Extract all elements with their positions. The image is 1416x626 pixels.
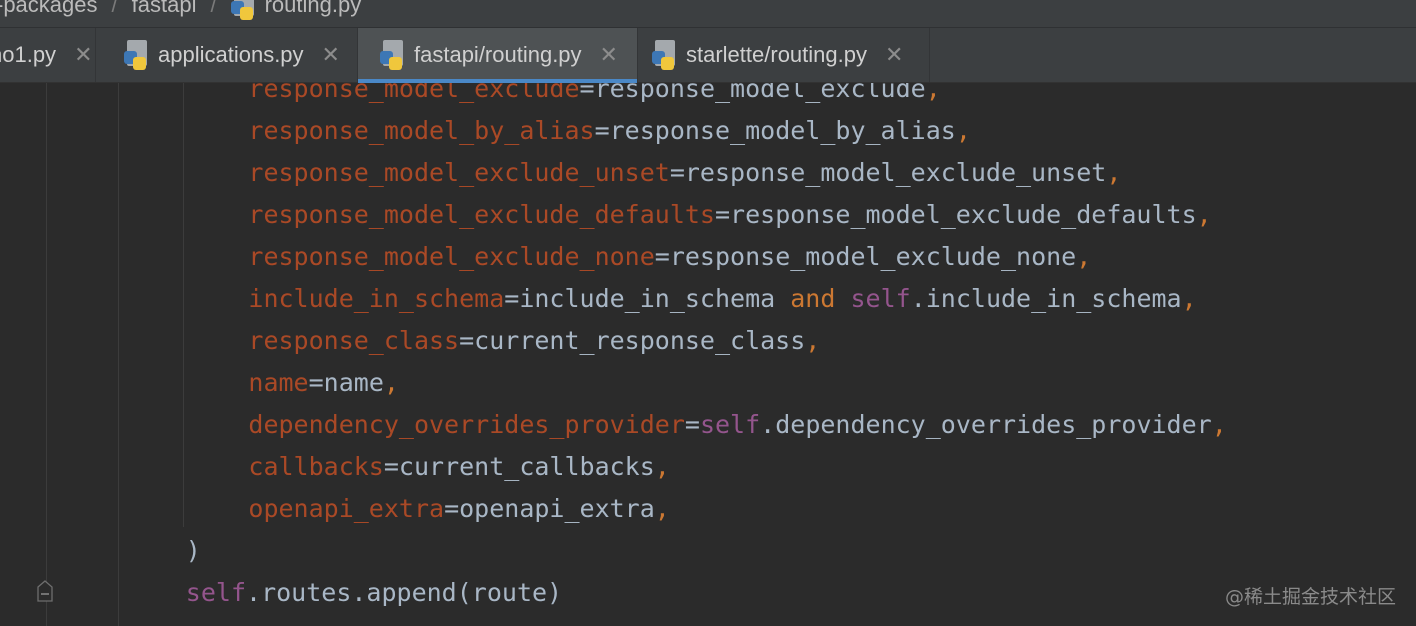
code-token: .routes.append(route): [246, 578, 563, 607]
code-line[interactable]: response_model_exclude_none=response_mod…: [248, 236, 1091, 278]
code-token: =current_response_class: [459, 326, 806, 355]
code-token: name: [248, 368, 309, 397]
code-token: ,: [1076, 242, 1092, 271]
code-line[interactable]: response_class=current_response_class,: [248, 320, 820, 362]
tab-starlette-routing-py[interactable]: starlette/routing.py ✕: [638, 28, 930, 82]
code-token: =openapi_extra: [444, 494, 655, 523]
code-line[interactable]: response_model_exclude_unset=response_mo…: [248, 152, 1121, 194]
close-icon[interactable]: ✕: [74, 43, 92, 68]
code-token: =response_model_by_alias: [594, 116, 956, 145]
code-token: =response_model_exclude_none: [654, 242, 1077, 271]
tab-label: fastapi/routing.py: [414, 42, 582, 67]
code-token: and: [790, 284, 836, 313]
fold-collapse-icon[interactable]: [37, 580, 53, 602]
code-line[interactable]: include_in_schema=include_in_schema and …: [248, 278, 1196, 320]
code-editor[interactable]: response_model_exclude=response_model_ex…: [0, 83, 1416, 626]
code-line[interactable]: callbacks=current_callbacks,: [248, 446, 669, 488]
code-token: response_class: [248, 326, 460, 355]
code-token: include_in_schema: [248, 284, 505, 313]
code-token: self: [850, 284, 911, 313]
close-icon[interactable]: ✕: [885, 43, 903, 68]
python-file-icon: [652, 40, 678, 70]
code-token: .include_in_schema: [910, 284, 1182, 313]
code-token: self: [185, 578, 247, 607]
code-line[interactable]: name=name,: [248, 362, 399, 404]
code-token: callbacks: [248, 452, 384, 481]
close-icon[interactable]: ✕: [322, 43, 340, 68]
code-token: ,: [925, 83, 941, 103]
ide-window: -packages / fastapi / routing.py no1.py …: [0, 0, 1416, 626]
code-token: response_model_exclude_defaults: [248, 200, 715, 229]
tab-fastapi-routing-py[interactable]: fastapi/routing.py ✕: [358, 28, 638, 83]
code-token: ,: [1106, 158, 1122, 187]
code-token: =: [684, 410, 700, 439]
code-line[interactable]: ): [186, 530, 201, 572]
code-line[interactable]: dependency_overrides_provider=self.depen…: [248, 404, 1226, 446]
tab-label: applications.py: [158, 42, 304, 67]
code-token: response_model_exclude_none: [248, 242, 655, 271]
code-token: ): [185, 536, 201, 565]
code-line[interactable]: self.routes.append(route): [186, 572, 562, 614]
code-token: =current_callbacks: [383, 452, 655, 481]
tab-label: starlette/routing.py: [686, 42, 867, 67]
code-token: response_model_exclude_unset: [248, 158, 670, 187]
code-token: ,: [805, 326, 821, 355]
code-token: ,: [1211, 410, 1227, 439]
code-token: openapi_extra: [248, 494, 445, 523]
code-line[interactable]: openapi_extra=openapi_extra,: [248, 488, 669, 530]
editor-tab-bar: no1.py ✕ applications.py ✕ fastapi/routi…: [0, 28, 1416, 83]
code-token: .dependency_overrides_provider: [760, 410, 1212, 439]
breadcrumb-item-routing-py[interactable]: routing.py: [230, 0, 362, 20]
indent-guide: [183, 83, 184, 527]
code-token: =response_model_exclude_defaults: [714, 200, 1197, 229]
code-token: ,: [1181, 284, 1197, 313]
code-token: response_model_exclude: [248, 83, 580, 103]
breadcrumb-separator: /: [111, 0, 118, 17]
breadcrumb-item-fastapi[interactable]: fastapi: [132, 0, 197, 18]
indent-guide: [46, 83, 47, 626]
code-token: dependency_overrides_provider: [248, 410, 685, 439]
code-token: =name: [308, 368, 384, 397]
breadcrumb-item-site-packages[interactable]: -packages: [0, 0, 98, 18]
python-file-icon: [380, 40, 406, 70]
close-icon[interactable]: ✕: [600, 43, 618, 68]
tab-no1-py[interactable]: no1.py ✕: [0, 28, 96, 82]
code-token: response_model_by_alias: [248, 116, 595, 145]
breadcrumb-separator: /: [210, 0, 217, 17]
breadcrumb: -packages / fastapi / routing.py: [0, 0, 1416, 28]
code-token: =response_model_exclude_unset: [669, 158, 1107, 187]
tab-applications-py[interactable]: applications.py ✕: [106, 28, 358, 82]
tab-label: no1.py: [0, 42, 57, 67]
code-token: ,: [654, 494, 670, 523]
code-token: ,: [955, 116, 971, 145]
code-token: self: [699, 410, 761, 439]
breadcrumb-item-label: routing.py: [264, 0, 362, 17]
code-line[interactable]: response_model_by_alias=response_model_b…: [248, 110, 970, 152]
code-token: =response_model_exclude: [579, 83, 926, 103]
code-token: ,: [654, 452, 670, 481]
watermark: @稀土掘金技术社区: [1224, 586, 1396, 608]
code-line[interactable]: response_model_exclude_defaults=response…: [248, 194, 1211, 236]
code-line[interactable]: response_model_exclude=response_model_ex…: [248, 83, 940, 110]
code-token: ,: [383, 368, 399, 397]
code-token: ,: [1196, 200, 1212, 229]
code-token: =include_in_schema: [504, 284, 791, 313]
indent-guide: [118, 83, 119, 626]
python-file-icon: [230, 0, 257, 20]
python-file-icon: [124, 40, 150, 70]
